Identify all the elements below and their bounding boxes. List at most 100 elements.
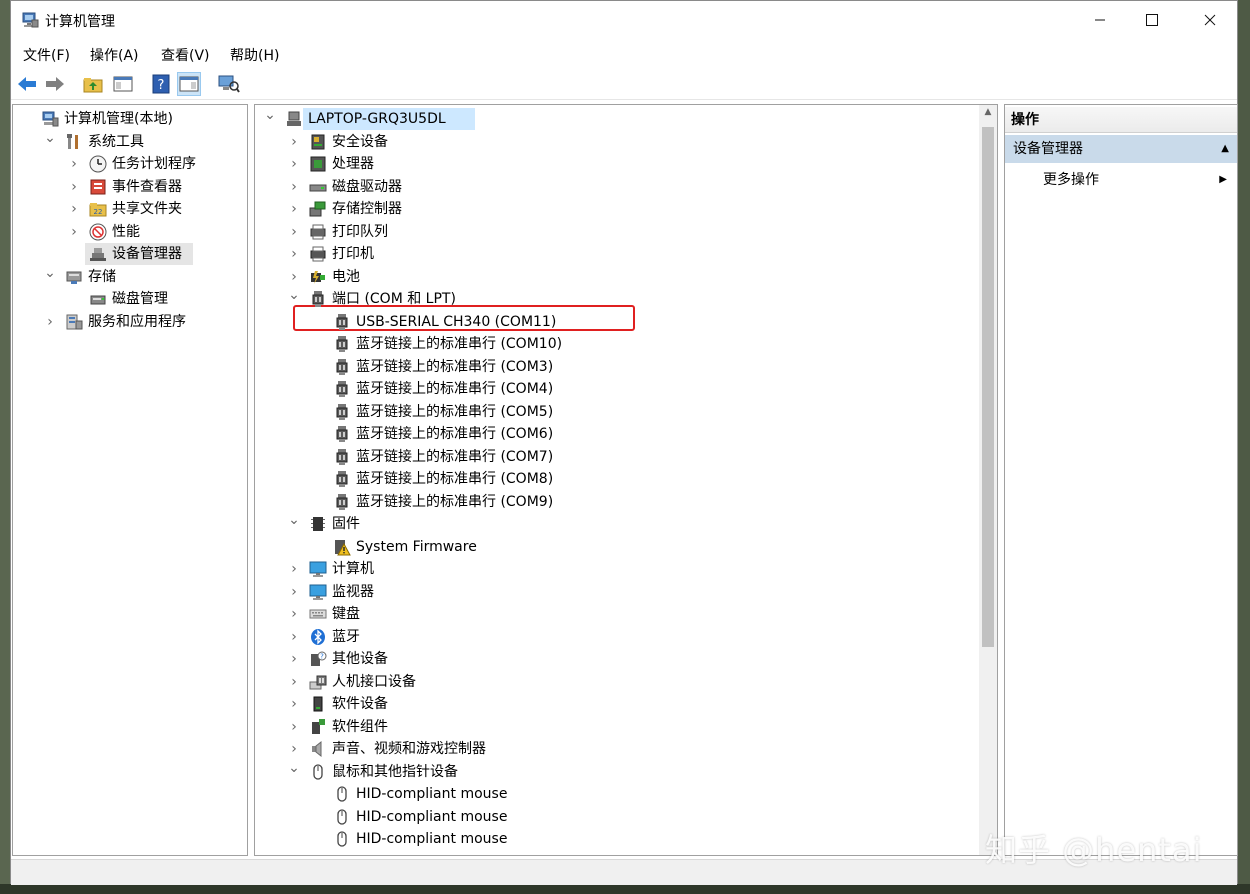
console-tree-item-label: 性能: [112, 223, 140, 240]
vertical-scrollbar[interactable]: ▲: [979, 105, 997, 855]
expanded-chevron-icon[interactable]: ⌄: [287, 509, 301, 531]
device-tree-item-row[interactable]: › 处理器: [255, 153, 975, 175]
device-tree-item-label: 磁盘驱动器: [332, 178, 402, 195]
device-tree-item-label: 软件设备: [332, 696, 388, 712]
expanded-chevron-icon[interactable]: ⌄: [43, 127, 57, 149]
toolbar: ?: [11, 69, 1237, 100]
device-tree-item-row[interactable]: › 蓝牙: [255, 626, 975, 648]
up-level-button[interactable]: [81, 72, 105, 96]
device-tree-item-row[interactable]: ⌄ LAPTOP-GRQ3U5DL: [255, 107, 975, 130]
collapsed-chevron-icon[interactable]: ›: [287, 153, 301, 175]
device-tree-pane[interactable]: ▲ ⌄ LAPTOP-GRQ3U5DL › 安全设备 › 处理器 › 磁盘驱动器 › 存储控制器 ›…: [254, 104, 998, 856]
collapsed-chevron-icon[interactable]: ›: [287, 558, 301, 580]
collapsed-chevron-icon[interactable]: ›: [287, 626, 301, 648]
minimize-button[interactable]: [1071, 1, 1129, 39]
console-tree-item-row[interactable]: › 服务和应用程序: [13, 311, 245, 333]
close-button[interactable]: [1181, 1, 1239, 39]
device-tree-item-row[interactable]: › 打印机: [255, 243, 975, 265]
device-tree-item-row[interactable]: ›? 其他设备: [255, 648, 975, 670]
console-tree-item-row[interactable]: 磁盘管理: [13, 288, 245, 310]
collapsed-chevron-icon[interactable]: ›: [287, 603, 301, 625]
device-tree-item-row[interactable]: › 打印队列: [255, 221, 975, 243]
show-action-pane-button[interactable]: [177, 72, 201, 96]
device-tree-item-row[interactable]: › 电池: [255, 266, 975, 288]
collapsed-chevron-icon[interactable]: ›: [287, 581, 301, 603]
expanded-chevron-icon[interactable]: ⌄: [287, 284, 301, 306]
device-tree-item-row[interactable]: 蓝牙链接上的标准串行 (COM10): [255, 333, 975, 355]
device-tree-item-row[interactable]: 蓝牙链接上的标准串行 (COM9): [255, 491, 975, 513]
collapsed-chevron-icon[interactable]: ›: [287, 243, 301, 265]
device-tree-item-row[interactable]: › 人机接口设备: [255, 671, 975, 693]
collapse-triangle-icon[interactable]: ▲: [1221, 135, 1229, 163]
collapsed-chevron-icon[interactable]: ›: [287, 198, 301, 220]
device-tree-item-row[interactable]: › 磁盘驱动器: [255, 176, 975, 198]
collapsed-chevron-icon[interactable]: ›: [287, 671, 301, 693]
collapsed-chevron-icon[interactable]: ›: [67, 221, 81, 243]
actions-section-device-manager[interactable]: 设备管理器 ▲: [1005, 135, 1237, 163]
collapsed-chevron-icon[interactable]: ›: [287, 221, 301, 243]
console-tree-item-row[interactable]: › 性能: [13, 221, 245, 243]
device-tree-item-row[interactable]: › 监视器: [255, 581, 975, 603]
help-button[interactable]: ?: [149, 72, 173, 96]
collapsed-chevron-icon[interactable]: ›: [67, 198, 81, 220]
device-tree-item-row[interactable]: 蓝牙链接上的标准串行 (COM7): [255, 446, 975, 468]
device-tree-item-row[interactable]: ⌄ 端口 (COM 和 LPT): [255, 287, 975, 310]
collapsed-chevron-icon[interactable]: ›: [287, 176, 301, 198]
console-tree-item-row[interactable]: ⌄ 存储: [13, 265, 245, 288]
title-bar[interactable]: 计算机管理: [11, 1, 1237, 39]
device-tree-item-label: 固件: [332, 516, 360, 532]
more-actions-item[interactable]: 更多操作 ▶: [1005, 169, 1237, 191]
device-tree-item-row[interactable]: 蓝牙链接上的标准串行 (COM6): [255, 423, 975, 445]
device-tree-item-row[interactable]: 蓝牙链接上的标准串行 (COM3): [255, 356, 975, 378]
device-tree-item-row[interactable]: USB-SERIAL CH340 (COM11): [255, 311, 975, 333]
speaker-icon: [312, 740, 322, 758]
collapsed-chevron-icon[interactable]: ›: [287, 131, 301, 153]
device-tree-item-row[interactable]: › 软件组件: [255, 716, 975, 738]
menu-action[interactable]: 操作(A): [90, 45, 139, 65]
device-tree-item-row[interactable]: 蓝牙链接上的标准串行 (COM5): [255, 401, 975, 423]
device-tree-item-row[interactable]: ⌄ 固件: [255, 512, 975, 535]
console-tree-item-row[interactable]: › 事件查看器: [13, 176, 245, 198]
device-tree-item-row[interactable]: HID-compliant mouse: [255, 806, 975, 828]
device-tree-item-row[interactable]: › 声音、视频和游戏控制器: [255, 738, 975, 760]
expanded-chevron-icon[interactable]: ⌄: [43, 262, 57, 284]
scrollbar-thumb[interactable]: [982, 127, 994, 647]
device-tree-item-row[interactable]: 蓝牙链接上的标准串行 (COM8): [255, 468, 975, 490]
device-tree-item-row[interactable]: › 计算机: [255, 558, 975, 580]
port-icon: [336, 381, 348, 397]
device-tree-item-row[interactable]: › 键盘: [255, 603, 975, 625]
scroll-up-arrow-icon[interactable]: ▲: [979, 107, 997, 123]
expanded-chevron-icon[interactable]: ⌄: [263, 104, 277, 126]
console-tree-item-row[interactable]: ⌄ 系统工具: [13, 130, 245, 153]
collapsed-chevron-icon[interactable]: ›: [43, 311, 57, 333]
console-tree-item-row[interactable]: › 22 共享文件夹: [13, 198, 245, 220]
collapsed-chevron-icon[interactable]: ›: [287, 716, 301, 738]
menu-help[interactable]: 帮助(H): [230, 45, 279, 65]
device-tree-item-row[interactable]: › 存储控制器: [255, 198, 975, 220]
system-tools-icon: [67, 133, 78, 149]
device-tree-item-row[interactable]: 蓝牙链接上的标准串行 (COM4): [255, 378, 975, 400]
collapsed-chevron-icon[interactable]: ›: [67, 153, 81, 175]
back-button[interactable]: [15, 72, 39, 96]
expanded-chevron-icon[interactable]: ⌄: [287, 757, 301, 779]
forward-button[interactable]: [43, 72, 67, 96]
device-tree-item-row[interactable]: System Firmware: [255, 536, 975, 558]
device-tree-item-row[interactable]: HID-compliant mouse: [255, 828, 975, 850]
device-tree-item-row[interactable]: ⌄ 鼠标和其他指针设备: [255, 760, 975, 783]
device-tree-item-row[interactable]: HID-compliant mouse: [255, 783, 975, 805]
collapsed-chevron-icon[interactable]: ›: [67, 176, 81, 198]
console-tree-item-row[interactable]: › 任务计划程序: [13, 153, 245, 175]
software-component-icon: [312, 718, 325, 734]
scan-hardware-button[interactable]: [217, 72, 241, 96]
menu-file[interactable]: 文件(F): [23, 45, 70, 65]
collapsed-chevron-icon[interactable]: ›: [287, 648, 301, 670]
show-hide-tree-button[interactable]: [111, 72, 135, 96]
console-tree-item-label: 服务和应用程序: [88, 313, 186, 330]
console-tree-pane[interactable]: 计算机管理(本地) ⌄ 系统工具 › 任务计划程序 › 事件查看器 › 22 共享文件夹 › 性能 设备…: [12, 104, 248, 856]
device-tree-item-row[interactable]: › 安全设备: [255, 131, 975, 153]
device-tree-item-row[interactable]: › 软件设备: [255, 693, 975, 715]
forward-arrow-icon: [46, 77, 64, 91]
maximize-button[interactable]: [1123, 1, 1181, 39]
menu-view[interactable]: 查看(V): [161, 45, 210, 65]
collapsed-chevron-icon[interactable]: ›: [287, 693, 301, 715]
